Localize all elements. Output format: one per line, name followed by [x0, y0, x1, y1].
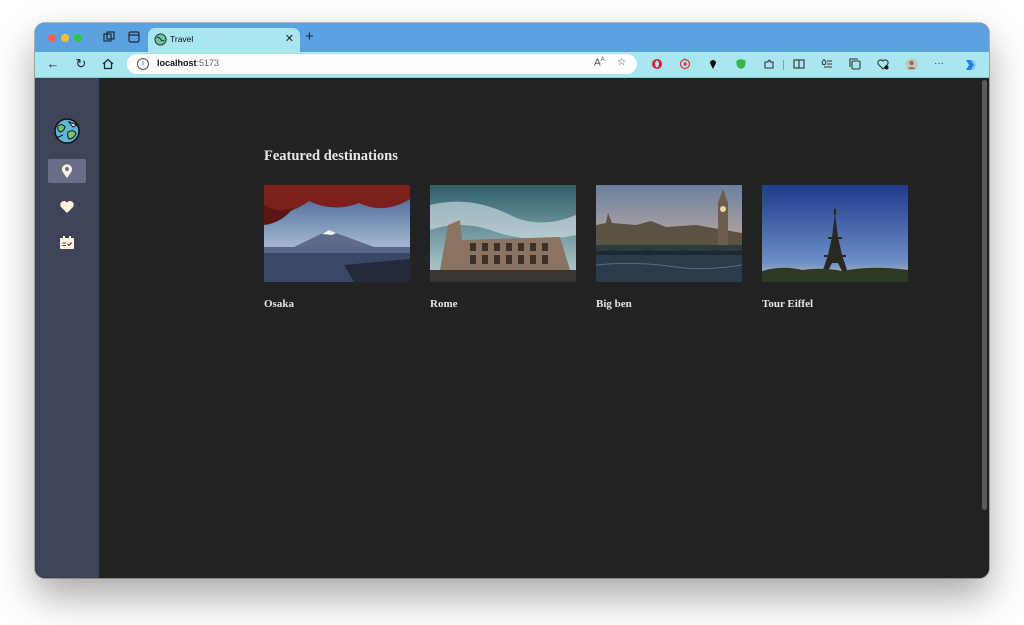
card-title: Tour Eiffel	[762, 298, 814, 310]
home-icon[interactable]	[100, 56, 116, 72]
tab-travel[interactable]: Travel ✕	[148, 28, 300, 52]
collections-icon[interactable]	[849, 58, 861, 70]
url-text: localhost:5173	[157, 58, 220, 68]
maximize-window-button[interactable]	[74, 34, 82, 42]
heart-icon	[60, 201, 74, 213]
copilot-icon[interactable]	[963, 58, 976, 70]
destination-card-big-ben[interactable]: Big ben	[596, 185, 742, 310]
globe-icon	[154, 33, 167, 46]
split-screen-icon[interactable]	[793, 58, 805, 70]
minimize-window-button[interactable]	[61, 34, 69, 42]
close-tab-icon[interactable]: ✕	[285, 32, 294, 45]
profile-avatar[interactable]	[905, 58, 918, 71]
address-bar[interactable]: i localhost:5173 AA ☆	[127, 54, 637, 74]
favorite-star-icon[interactable]: ☆	[617, 57, 626, 68]
tab-title: Travel	[170, 34, 194, 44]
camera-extension-icon[interactable]	[679, 58, 691, 70]
sidebar-item-destinations[interactable]	[48, 159, 86, 183]
page-content: Featured destinations Osaka Rome Big ben…	[35, 78, 989, 578]
back-arrow-icon[interactable]: ←	[45, 56, 61, 72]
reload-icon[interactable]: ↻	[73, 56, 89, 72]
opera-extension-icon[interactable]	[651, 58, 663, 70]
westminster-bridge-photo	[596, 185, 742, 282]
destination-card-osaka[interactable]: Osaka	[264, 185, 410, 310]
puzzle-extensions-icon[interactable]	[763, 58, 775, 70]
workspaces-icon[interactable]	[102, 31, 116, 45]
app-logo-globe-icon[interactable]	[52, 116, 82, 146]
browser-toolbar: ← ↻ i localhost:5173 AA ☆ ···	[35, 52, 989, 78]
more-options-icon[interactable]: ···	[933, 58, 945, 70]
browser-window: Travel ✕ + ← ↻ i localhost:5173 AA ☆ ···	[35, 23, 989, 578]
toolbar-divider	[783, 60, 784, 70]
card-title: Rome	[430, 298, 458, 310]
page-title: Featured destinations	[264, 148, 398, 164]
browser-essentials-icon[interactable]	[877, 58, 889, 70]
mountain-lake-photo	[264, 185, 410, 282]
shield-extension-icon[interactable]	[735, 58, 747, 70]
pin-extension-icon[interactable]	[707, 58, 719, 70]
card-title: Osaka	[264, 298, 294, 310]
close-window-button[interactable]	[48, 34, 56, 42]
eiffel-tower-photo	[762, 185, 908, 282]
favorites-list-icon[interactable]	[821, 58, 833, 70]
card-title: Big ben	[596, 298, 632, 310]
sidebar-item-trips[interactable]	[48, 231, 86, 255]
app-sidebar	[35, 78, 99, 578]
page-scrollbar[interactable]	[982, 80, 987, 510]
map-pin-icon	[62, 164, 72, 178]
read-aloud-icon[interactable]: AA	[594, 57, 605, 68]
tab-actions-icon[interactable]	[127, 31, 141, 45]
destination-card-tour-eiffel[interactable]: Tour Eiffel	[762, 185, 908, 310]
tab-bar: Travel ✕ +	[35, 23, 989, 52]
new-tab-button[interactable]: +	[305, 28, 314, 45]
destination-card-rome[interactable]: Rome	[430, 185, 576, 310]
sidebar-item-favorites[interactable]	[48, 195, 86, 219]
calendar-check-icon	[60, 236, 74, 249]
colosseum-photo	[430, 185, 576, 282]
site-info-icon[interactable]: i	[137, 58, 149, 70]
